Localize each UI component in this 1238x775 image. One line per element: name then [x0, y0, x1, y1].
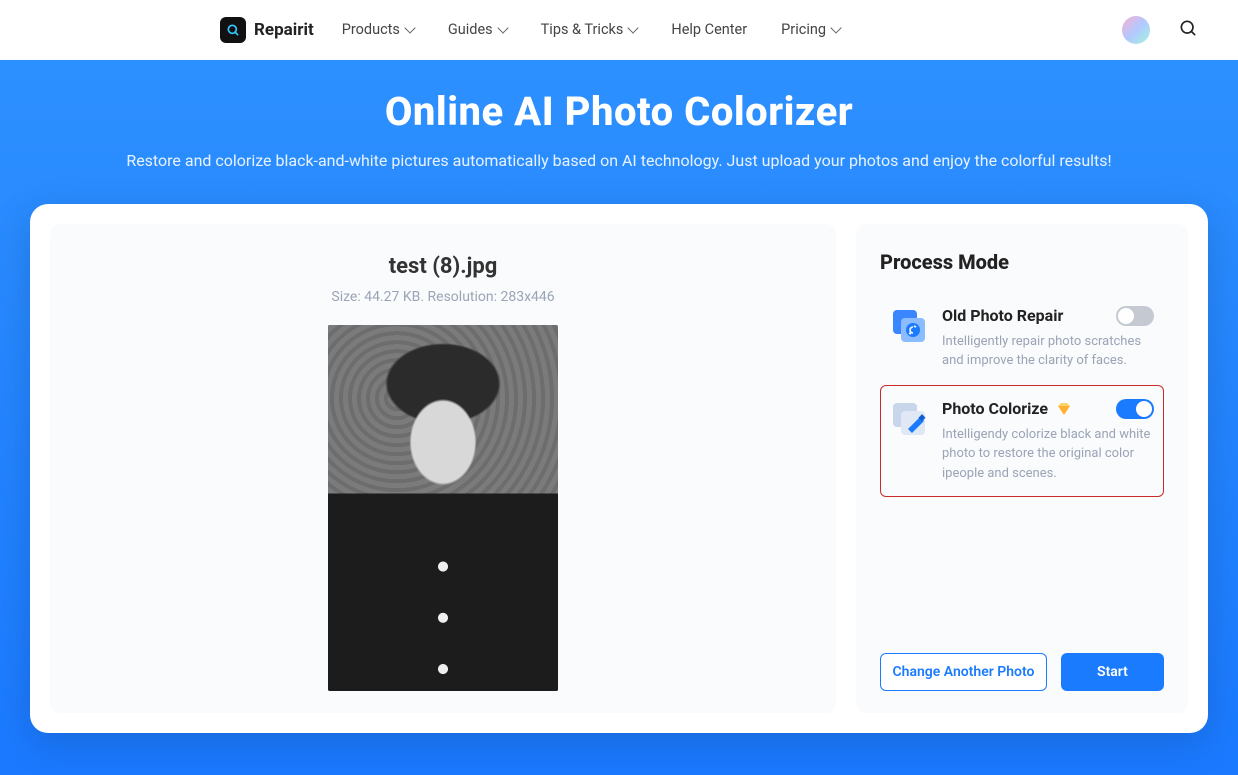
hero-section: Online AI Photo Colorizer Restore and co…	[0, 60, 1238, 775]
logo-icon	[220, 17, 246, 43]
nav-label: Guides	[448, 21, 493, 38]
nav-label: Help Center	[671, 21, 747, 38]
user-avatar[interactable]	[1122, 16, 1150, 44]
chevron-down-icon	[628, 22, 639, 33]
nav-item-help-center[interactable]: Help Center	[671, 21, 747, 38]
repair-icon	[890, 306, 928, 344]
panel-actions: Change Another Photo Start	[880, 653, 1164, 691]
start-button[interactable]: Start	[1061, 653, 1164, 691]
file-name: test (8).jpg	[389, 254, 498, 279]
toggle-old-photo-repair[interactable]	[1116, 306, 1154, 326]
uploaded-photo-preview	[328, 325, 558, 691]
nav-label: Products	[342, 21, 400, 38]
nav-label: Tips & Tricks	[541, 21, 624, 38]
premium-badge-icon	[1056, 401, 1072, 417]
brand-logo[interactable]: Repairit	[220, 17, 314, 43]
change-photo-button[interactable]: Change Another Photo	[880, 653, 1047, 691]
mode-desc: Intelligently repair photo scratches and…	[942, 332, 1154, 371]
search-icon	[1178, 18, 1198, 38]
file-meta: Size: 44.27 KB. Resolution: 283x446	[331, 289, 554, 305]
process-mode-panel: Process Mode Old Photo Repair	[856, 224, 1188, 713]
nav-item-tips-tricks[interactable]: Tips & Tricks	[541, 21, 638, 38]
preview-pane: test (8).jpg Size: 44.27 KB. Resolution:…	[50, 224, 836, 713]
toggle-photo-colorize[interactable]	[1116, 399, 1154, 419]
mode-name: Photo Colorize	[942, 399, 1048, 418]
nav-label: Pricing	[781, 21, 826, 38]
nav-item-guides[interactable]: Guides	[448, 21, 507, 38]
chevron-down-icon	[497, 22, 508, 33]
mode-old-photo-repair: Old Photo Repair Intelligently repair ph…	[880, 292, 1164, 385]
page-title: Online AI Photo Colorizer	[0, 88, 1238, 135]
nav-item-pricing[interactable]: Pricing	[781, 21, 840, 38]
brand-name: Repairit	[254, 20, 314, 40]
chevron-down-icon	[830, 22, 841, 33]
header-actions	[1122, 16, 1198, 44]
site-header: Repairit Products Guides Tips & Tricks H…	[0, 0, 1238, 60]
chevron-down-icon	[404, 22, 415, 33]
main-card: test (8).jpg Size: 44.27 KB. Resolution:…	[30, 204, 1208, 733]
search-button[interactable]	[1178, 18, 1198, 42]
mode-name: Old Photo Repair	[942, 306, 1063, 325]
mode-photo-colorize: Photo Colorize Intelligendy colorize bla…	[880, 385, 1164, 498]
mode-desc: Intelligendy colorize black and white ph…	[942, 425, 1154, 484]
main-nav: Products Guides Tips & Tricks Help Cente…	[342, 21, 840, 38]
panel-title: Process Mode	[880, 250, 1164, 274]
nav-item-products[interactable]: Products	[342, 21, 414, 38]
page-subtitle: Restore and colorize black-and-white pic…	[79, 149, 1159, 174]
colorize-icon	[890, 399, 928, 437]
